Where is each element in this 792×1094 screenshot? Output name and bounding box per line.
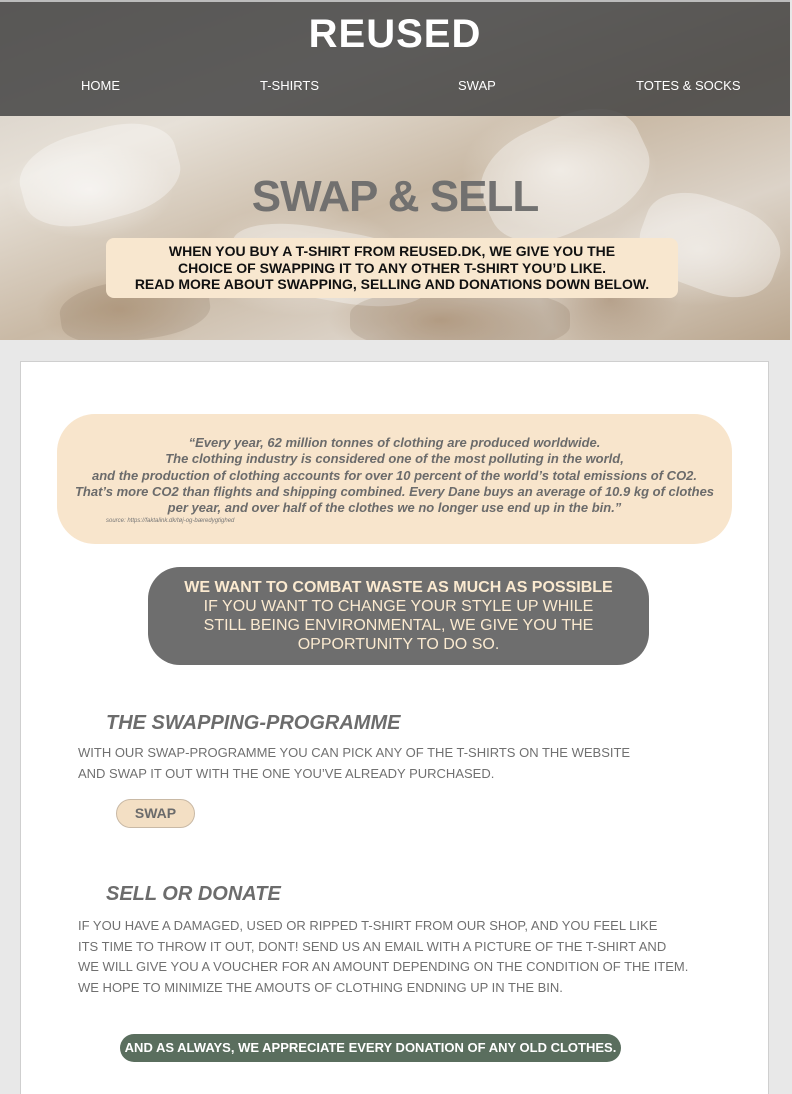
hero-intro-box: WHEN YOU BUY A T-SHIRT FROM REUSED.DK, W…	[106, 238, 678, 298]
swapping-programme-title: THE SWAPPING-PROGRAMME	[106, 712, 401, 734]
quote-line: “Every year, 62 million tonnes of clothi…	[188, 435, 601, 450]
quote-source: source: https://faktalink.dk/tøj-og-bære…	[106, 518, 235, 524]
mission-line: IF YOU WANT TO CHANGE YOUR STYLE UP WHIL…	[203, 598, 594, 615]
mission-line: STILL BEING ENVIRONMENTAL, WE GIVE YOU T…	[203, 617, 594, 634]
sell-text-line: WE HOPE TO MINIMIZE THE AMOUTS OF CLOTHI…	[78, 979, 563, 995]
site-header: REUSED HOME T-SHIRTS SWAP TOTES & SOCKS	[0, 0, 790, 116]
hero-intro-line: READ MORE ABOUT SWAPPING, SELLING AND DO…	[134, 276, 650, 292]
sell-text-line: WE WILL GIVE YOU A VOUCHER FOR AN AMOUNT…	[78, 959, 689, 974]
sell-text-line: ITS TIME TO THROW IT OUT, DONT! SEND US …	[78, 938, 667, 954]
hero-banner: REUSED HOME T-SHIRTS SWAP TOTES & SOCKS …	[0, 0, 790, 340]
sell-donate-title: SELL OR DONATE	[106, 883, 281, 905]
statistics-quote: “Every year, 62 million tonnes of clothi…	[57, 414, 732, 544]
quote-line: That’s more CO2 than flights and shippin…	[74, 483, 715, 499]
sell-donate-text: IF YOU HAVE A DAMAGED, USED OR RIPPED T-…	[78, 916, 688, 998]
swapping-text-line: WITH OUR SWAP-PROGRAMME YOU CAN PICK ANY…	[78, 745, 631, 760]
quote-line: per year, and over half of the clothes w…	[167, 500, 622, 516]
quote-line: The clothing industry is considered one …	[165, 451, 624, 467]
hero-intro-line: CHOICE OF SWAPPING IT TO ANY OTHER T-SHI…	[177, 259, 607, 276]
mission-line: OPPORTUNITY TO DO SO.	[297, 636, 500, 653]
swapping-programme-text: WITH OUR SWAP-PROGRAMME YOU CAN PICK ANY…	[78, 743, 630, 784]
site-logo[interactable]: REUSED	[0, 12, 790, 57]
hero-intro-line: WHEN YOU BUY A T-SHIRT FROM REUSED.DK, W…	[168, 243, 616, 259]
sell-text-line: IF YOU HAVE A DAMAGED, USED OR RIPPED T-…	[78, 918, 658, 933]
quote-line: and the production of clothing accounts …	[91, 467, 698, 483]
swap-button[interactable]: SWAP	[116, 799, 195, 828]
nav-home[interactable]: HOME	[81, 78, 120, 93]
swapping-text-line: AND SWAP IT OUT WITH THE ONE YOU’VE ALRE…	[78, 765, 495, 781]
nav-totes-socks[interactable]: TOTES & SOCKS	[636, 78, 741, 93]
donation-note: AND AS ALWAYS, WE APPRECIATE EVERY DONAT…	[120, 1034, 621, 1062]
mission-banner: WE WANT TO COMBAT WASTE AS MUCH AS POSSI…	[148, 567, 649, 665]
nav-swap[interactable]: SWAP	[458, 78, 496, 93]
mission-heading: WE WANT TO COMBAT WASTE AS MUCH AS POSSI…	[184, 579, 613, 596]
nav-t-shirts[interactable]: T-SHIRTS	[260, 78, 319, 93]
page-title: SWAP & SELL	[251, 172, 539, 221]
